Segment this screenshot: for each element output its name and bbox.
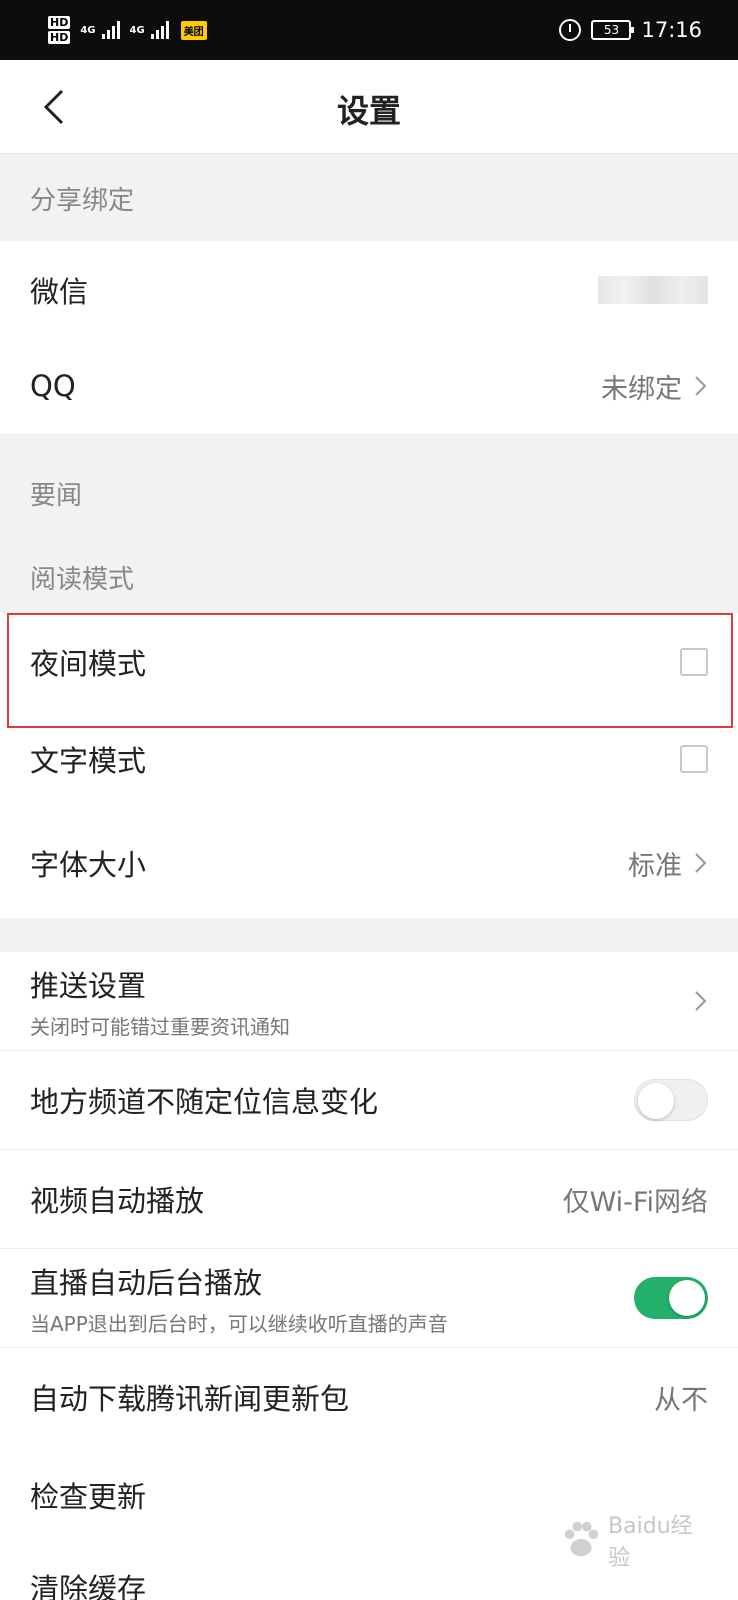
toggle-knob — [669, 1280, 705, 1316]
network-type-1: 4G — [80, 24, 96, 36]
row-label: 地方频道不随定位信息变化 — [30, 1085, 379, 1119]
row-auto-download[interactable]: 自动下载腾讯新闻更新包 从不 — [0, 1348, 738, 1446]
signal-icon-1 — [101, 21, 120, 39]
alarm-icon — [559, 19, 582, 41]
row-font-size[interactable]: 字体大小 标准 — [0, 808, 738, 918]
status-right: 53 17:16 — [559, 16, 702, 44]
chevron-right-icon — [695, 376, 707, 396]
page-title: 设置 — [336, 92, 401, 130]
row-label: 推送设置 — [30, 968, 147, 1003]
row-label: 微信 — [30, 274, 89, 309]
row-local-channel[interactable]: 地方频道不随定位信息变化 — [0, 1051, 738, 1149]
row-sublabel: 关闭时可能错过重要资讯通知 — [30, 1014, 290, 1039]
network-type-2: 4G — [129, 24, 145, 36]
section-header-share: 分享绑定 — [0, 155, 738, 241]
toggle-knob — [638, 1083, 674, 1119]
signal-icon-2 — [150, 21, 169, 39]
nav-bar: 设置 — [0, 60, 738, 154]
row-text-mode[interactable]: 文字模式 — [0, 710, 738, 808]
row-value: 未绑定 — [601, 373, 682, 405]
hd-badge-2: HD — [48, 31, 71, 44]
meituan-notification-icon: 美团 — [180, 20, 207, 40]
watermark-text: Baidu经验 — [608, 1514, 693, 1571]
local-channel-toggle[interactable] — [634, 1079, 708, 1121]
row-label: QQ — [30, 369, 76, 403]
row-sublabel: 当APP退出到后台时，可以继续收听直播的声音 — [30, 1311, 448, 1336]
night-mode-checkbox[interactable] — [680, 647, 708, 676]
paw-logo-icon — [564, 1521, 599, 1557]
section-header-reading: 阅读模式 — [0, 542, 738, 613]
row-label: 清除缓存 — [30, 1572, 147, 1600]
row-label: 文字模式 — [30, 744, 147, 778]
row-value: 标准 — [628, 850, 682, 882]
row-label: 视频自动播放 — [30, 1184, 205, 1218]
row-label: 直播自动后台播放 — [30, 1265, 263, 1300]
baidu-watermark: Baidu经验 — [560, 1510, 710, 1571]
chevron-right-icon — [695, 991, 707, 1011]
blurred-account-name — [598, 275, 708, 304]
hd-badge-1: HD — [48, 16, 71, 29]
section-header-news: 要闻 — [0, 434, 738, 542]
row-video-autoplay[interactable]: 视频自动播放 仅Wi-Fi网络 — [0, 1150, 738, 1248]
live-background-toggle[interactable] — [634, 1277, 708, 1319]
status-bar: HD HD 4G 4G 美团 53 17:16 — [0, 0, 738, 60]
row-value: 从不 — [654, 1384, 708, 1416]
row-label: 夜间模式 — [30, 646, 147, 681]
row-label: 字体大小 — [30, 848, 147, 882]
text-mode-checkbox[interactable] — [680, 745, 708, 773]
row-value: 仅Wi-Fi网络 — [562, 1186, 708, 1218]
row-live-background[interactable]: 直播自动后台播放 当APP退出到后台时，可以继续收听直播的声音 — [0, 1249, 738, 1347]
row-label: 自动下载腾讯新闻更新包 — [30, 1382, 350, 1416]
row-push-settings[interactable]: 推送设置 关闭时可能错过重要资讯通知 — [0, 952, 738, 1050]
battery-icon: 53 — [591, 20, 635, 40]
chevron-right-icon — [695, 853, 707, 873]
status-time: 17:16 — [641, 18, 702, 42]
row-qq[interactable]: QQ 未绑定 — [0, 338, 738, 434]
row-label: 检查更新 — [30, 1480, 147, 1514]
status-left: HD HD 4G 4G 美团 — [48, 10, 207, 50]
row-wechat[interactable]: 微信 — [0, 241, 738, 338]
row-night-mode[interactable]: 夜间模式 — [0, 613, 738, 710]
